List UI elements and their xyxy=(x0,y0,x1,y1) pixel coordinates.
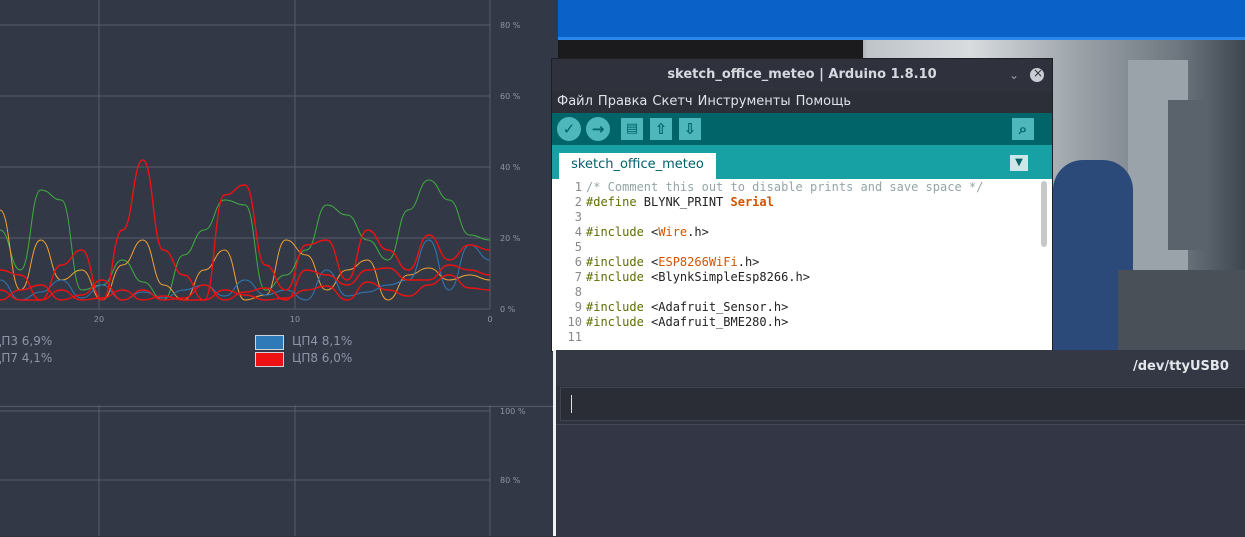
text-caret xyxy=(571,395,572,413)
code-token: #define xyxy=(586,195,637,209)
code-line: #define BLYNK_PRINT Serial xyxy=(586,195,774,209)
window-title: sketch_office_meteo | Arduino 1.8.10 xyxy=(552,59,1052,91)
line-number: 6 xyxy=(574,255,582,269)
cpu-series-line xyxy=(0,274,491,301)
checkmark-icon: ✓ xyxy=(562,120,576,138)
x-tick-label: 10 xyxy=(290,315,300,324)
code-editor[interactable]: 1 2 3 4 5 6 7 8 9 10 11 /* Comment this out to dis… xyxy=(552,179,1052,351)
code-line: #include <BlynkSimpleEsp8266.h> xyxy=(586,270,810,284)
tab-sketch[interactable]: sketch_office_meteo xyxy=(559,153,716,179)
code-token: .h> xyxy=(687,225,709,239)
line-number: 9 xyxy=(574,300,582,314)
menu-sketch[interactable]: Скетч xyxy=(652,91,692,113)
save-button[interactable]: ⇩ xyxy=(679,118,701,140)
menu-help[interactable]: Помощь xyxy=(796,91,851,113)
menu-file[interactable]: Файл xyxy=(557,91,593,113)
serial-monitor-window: /dev/ttyUSB0 xyxy=(553,350,1245,537)
y-tick-label: 40 % xyxy=(500,163,521,172)
line-number: 2 xyxy=(574,195,582,209)
code-token: BLYNK_PRINT xyxy=(636,195,731,209)
cpu-series-line xyxy=(0,179,491,301)
legend-cpu8-label: ЦП8 6,0% xyxy=(292,351,353,365)
editor-scrollbar[interactable] xyxy=(1041,181,1047,247)
photo-bench xyxy=(1118,270,1245,350)
code-line: #include <Adafruit_Sensor.h> xyxy=(586,300,788,314)
y-tick-label: 80 % xyxy=(500,21,521,30)
code-token: #include xyxy=(586,300,644,314)
code-token: #include xyxy=(586,225,644,239)
line-number: 4 xyxy=(574,225,582,239)
y-tick-label: 60 % xyxy=(500,92,521,101)
toolbar: ✓ → ▤ ⇧ ⇩ ⌕ xyxy=(552,113,1052,145)
serial-monitor-button[interactable]: ⌕ xyxy=(1012,118,1034,140)
code-token: ESP8266WiFi xyxy=(658,255,738,269)
line-number-gutter: 1 2 3 4 5 6 7 8 9 10 11 xyxy=(552,179,584,351)
tab-bar: sketch_office_meteo ▼ xyxy=(552,145,1052,179)
y-tick-label: 80 % xyxy=(500,476,521,485)
code-token: Wire xyxy=(658,225,688,239)
photo-robot-arm xyxy=(1168,100,1208,250)
line-number: 10 xyxy=(567,315,582,329)
new-sketch-button[interactable]: ▤ xyxy=(621,118,643,140)
legend-cpu4-swatch[interactable] xyxy=(255,335,284,350)
line-number: 11 xyxy=(567,330,582,344)
arduino-ide-window: sketch_office_meteo | Arduino 1.8.10 ⌄ Ф… xyxy=(551,58,1053,352)
chevron-down-icon[interactable]: ⌄ xyxy=(1006,67,1022,83)
line-number: 8 xyxy=(574,285,582,299)
code-token: <BlynkSimpleEsp8266.h> xyxy=(643,270,810,284)
menu-edit[interactable]: Правка xyxy=(598,91,647,113)
serial-port-title: /dev/ttyUSB0 xyxy=(1133,359,1229,374)
memory-history-chart: 100 % 80 % xyxy=(0,405,526,536)
cpu-series-line xyxy=(0,159,491,301)
line-number: 7 xyxy=(574,270,582,284)
legend-cpu3-label: ЦП3 6,9% xyxy=(0,334,53,348)
code-token: .h> xyxy=(737,255,760,269)
serial-output[interactable] xyxy=(556,424,1245,537)
serial-title-bar: /dev/ttyUSB0 xyxy=(556,350,1245,386)
close-icon[interactable] xyxy=(1030,66,1044,82)
code-token: < xyxy=(643,225,659,239)
y-tick-label: 0 % xyxy=(500,305,516,314)
cpu-series-line xyxy=(0,239,491,301)
magnifier-icon: ⌕ xyxy=(1018,120,1028,138)
code-token: <Adafruit_BME280.h> xyxy=(643,315,789,329)
code-token: #include xyxy=(586,270,644,284)
code-token: Serial xyxy=(730,195,774,209)
line-number: 1 xyxy=(574,180,582,194)
x-tick-label: 0 xyxy=(487,315,492,324)
line-number: 5 xyxy=(574,240,582,254)
legend-cpu4-label: ЦП4 8,1% xyxy=(292,334,353,348)
code-token: /* Comment this out to disable prints an… xyxy=(586,180,984,194)
x-tick-label: 20 xyxy=(94,315,104,324)
legend-cpu8-swatch[interactable] xyxy=(255,352,284,367)
chevron-down-icon[interactable]: ▼ xyxy=(1010,155,1028,171)
menu-tools[interactable]: Инструменты xyxy=(698,91,791,113)
code-token: < xyxy=(643,255,659,269)
y-tick-label: 100 % xyxy=(500,407,526,416)
menu-bar: Файл Правка Скетч Инструменты Помощь xyxy=(552,91,1052,113)
code-line: #include <Adafruit_BME280.h> xyxy=(586,315,788,329)
code-token: #include xyxy=(586,315,644,329)
upload-button[interactable]: → xyxy=(586,117,610,141)
y-tick-label: 20 % xyxy=(500,234,521,243)
code-token: #include xyxy=(586,255,644,269)
code-token: <Adafruit_Sensor.h> xyxy=(643,300,789,314)
new-file-icon: ▤ xyxy=(625,121,639,136)
arrow-right-icon: → xyxy=(591,120,605,138)
verify-button[interactable]: ✓ xyxy=(557,117,581,141)
arrow-up-icon: ⇧ xyxy=(654,120,668,138)
cpu-history-chart: 80 % 60 % 40 % 20 % 0 % 20 10 0 xyxy=(0,0,521,324)
arrow-down-icon: ⇩ xyxy=(683,120,697,138)
code-line: /* Comment this out to disable prints an… xyxy=(586,180,983,194)
serial-send-input[interactable] xyxy=(560,387,1245,421)
system-monitor: 80 % 60 % 40 % 20 % 0 % 20 10 0 ЦП3 6,9% ЦП7 4,… xyxy=(0,0,558,536)
top-panel xyxy=(558,0,1245,37)
line-number: 3 xyxy=(574,210,582,224)
legend-cpu7-label: ЦП7 4,1% xyxy=(0,351,53,365)
code-line: #include <ESP8266WiFi.h> xyxy=(586,255,759,269)
code-line: #include <Wire.h> xyxy=(586,225,709,239)
open-button[interactable]: ⇧ xyxy=(650,118,672,140)
